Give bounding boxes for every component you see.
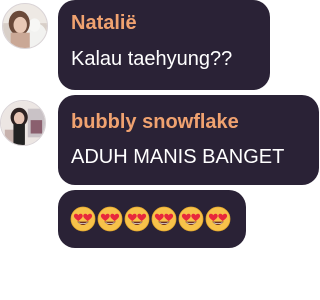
message-text: ADUH MANIS BANGET [71, 146, 285, 168]
heart-eyes-emoji-icon [70, 206, 96, 232]
heart-eyes-emoji-icon [205, 206, 231, 232]
message-bubble[interactable] [58, 190, 246, 248]
avatar[interactable] [0, 100, 46, 146]
heart-eyes-emoji-icon [178, 206, 204, 232]
heart-eyes-emoji-icon [151, 206, 177, 232]
message-text: Kalau taehyung?? [71, 48, 233, 70]
user-avatar-photo-icon [1, 101, 45, 145]
user-avatar-photo-icon [3, 4, 47, 48]
message-bubble[interactable]: bubbly snowflake ADUH MANIS BANGET [58, 95, 319, 185]
heart-eyes-emoji-icon [124, 206, 150, 232]
sender-name[interactable]: Natalië [71, 12, 137, 35]
sender-name[interactable]: bubbly snowflake [71, 111, 239, 134]
message-bubble[interactable]: Natalië Kalau taehyung?? [58, 0, 270, 90]
heart-eyes-emoji-icon [97, 206, 123, 232]
emoji-row [70, 206, 232, 232]
avatar[interactable] [2, 3, 48, 49]
